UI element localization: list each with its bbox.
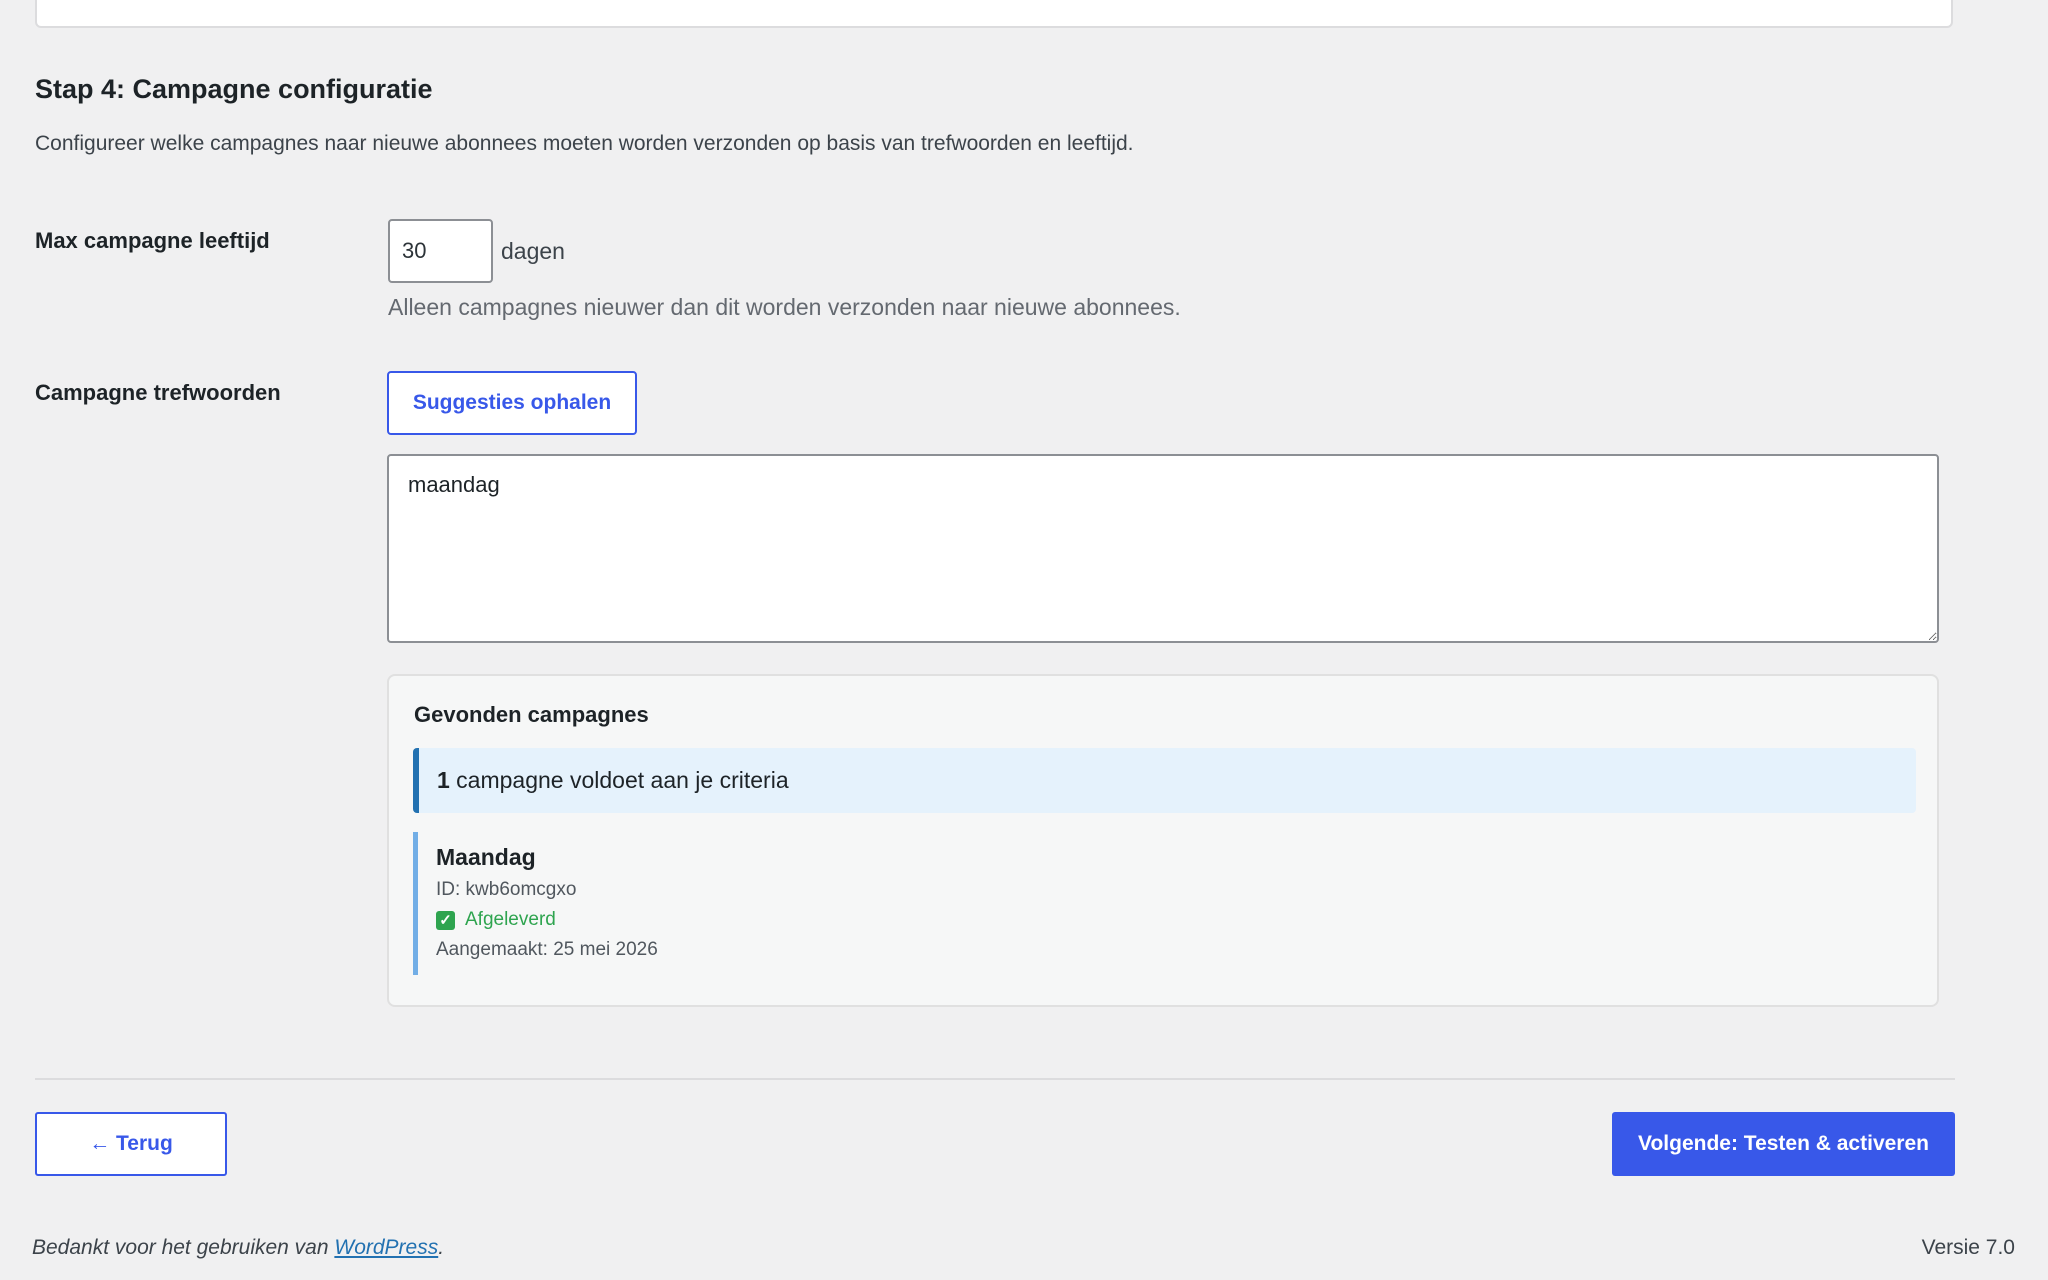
divider xyxy=(35,1078,1955,1080)
page: Stap 4: Campagne configuratie Configuree… xyxy=(0,0,2048,1280)
match-count-text: campagne voldoet aan je criteria xyxy=(449,767,789,793)
step-title: Stap 4: Campagne configuratie xyxy=(35,74,433,104)
footer-thanks-text: Bedankt voor het gebruiken van xyxy=(32,1236,335,1259)
max-age-unit: dagen xyxy=(501,238,565,264)
max-age-help: Alleen campagnes nieuwer dan dit worden … xyxy=(388,294,1181,320)
keywords-textarea[interactable]: maandag xyxy=(387,454,1939,643)
match-count-notice: 1 campagne voldoet aan je criteria xyxy=(413,748,1916,813)
next-button[interactable]: Volgende: Testen & activeren xyxy=(1612,1112,1955,1176)
max-age-label: Max campagne leeftijd xyxy=(35,228,270,253)
max-age-input[interactable] xyxy=(388,219,493,283)
footer-credits: Bedankt voor het gebruiken van WordPress… xyxy=(32,1236,444,1260)
campaign-created-date: Aangemaakt: 25 mei 2026 xyxy=(436,939,658,960)
campaign-item: Maandag ID: kwb6omcgxo ✓ Afgeleverd Aang… xyxy=(413,832,913,975)
campaign-status-label: Afgeleverd xyxy=(465,909,556,930)
campaign-status: ✓ Afgeleverd xyxy=(436,909,556,931)
footer-thanks-suffix: . xyxy=(438,1236,445,1259)
found-campaigns-panel: Gevonden campagnes 1 campagne voldoet aa… xyxy=(387,674,1939,1007)
checkmark-icon: ✓ xyxy=(436,910,455,930)
footer-version: Versie 7.0 xyxy=(1921,1236,2015,1259)
step-description: Configureer welke campagnes naar nieuwe … xyxy=(35,132,1134,155)
back-button[interactable]: ← Terug xyxy=(35,1112,227,1176)
wordpress-link[interactable]: WordPress xyxy=(334,1236,438,1259)
found-campaigns-title: Gevonden campagnes xyxy=(414,702,649,727)
match-count: 1 xyxy=(437,767,450,793)
previous-step-card xyxy=(35,0,1953,28)
fetch-suggestions-button[interactable]: Suggesties ophalen xyxy=(387,371,637,435)
campaign-id: ID: kwb6omcgxo xyxy=(436,879,577,900)
keywords-label: Campagne trefwoorden xyxy=(35,380,281,405)
campaign-name: Maandag xyxy=(436,844,536,870)
